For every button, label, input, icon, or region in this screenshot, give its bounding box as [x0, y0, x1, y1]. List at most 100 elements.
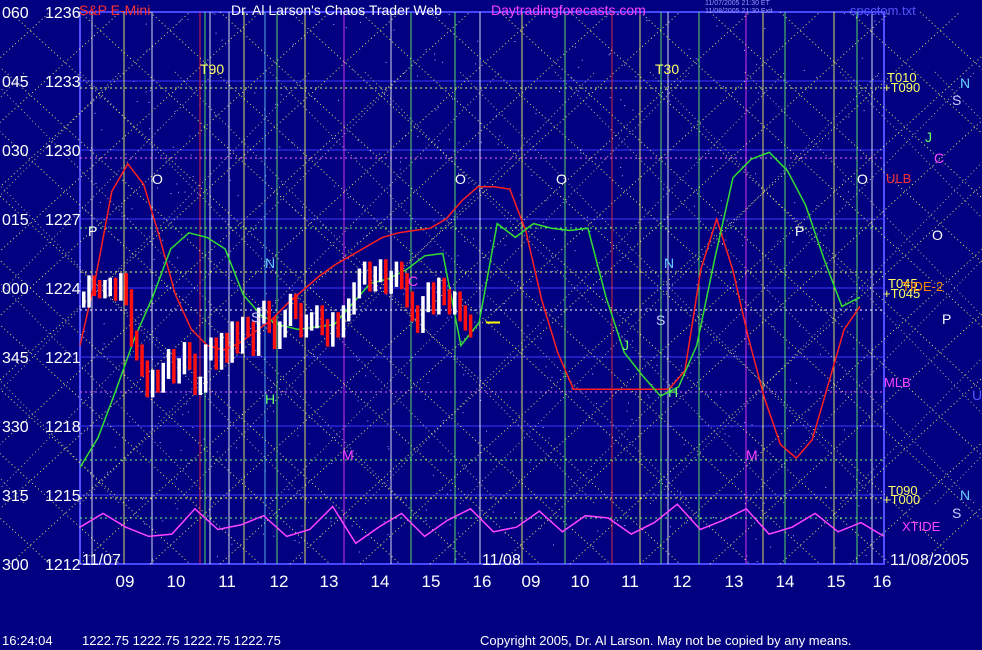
star-dot — [458, 142, 460, 144]
x-tick-label: 10 — [167, 572, 186, 591]
star-dot — [835, 547, 837, 549]
star-dot — [794, 202, 796, 204]
x-tick-label: 11 — [218, 572, 236, 591]
price-bar — [150, 369, 155, 398]
price-bar — [362, 261, 367, 285]
star-dot — [680, 365, 682, 367]
star-dot — [162, 239, 163, 241]
star-dot — [237, 195, 239, 197]
star-dot — [176, 183, 178, 185]
price-bar — [294, 293, 298, 320]
star-dot — [425, 520, 427, 522]
star-dot — [441, 488, 443, 490]
star-dot — [166, 286, 168, 287]
price-bar — [124, 273, 128, 306]
star-dot — [538, 516, 540, 518]
price-bar — [82, 291, 86, 308]
star-dot — [279, 278, 281, 280]
star-dot — [621, 175, 623, 177]
star-dot — [267, 420, 269, 422]
star-dot — [627, 369, 629, 371]
price-bar — [246, 316, 250, 338]
star-dot — [280, 94, 282, 96]
star-dot — [463, 374, 465, 376]
star-dot — [448, 545, 450, 547]
star-dot — [517, 281, 519, 283]
star-dot — [187, 19, 189, 20]
star-dot — [262, 533, 264, 535]
star-dot — [146, 49, 148, 51]
price-bar — [336, 312, 340, 338]
star-dot — [553, 238, 555, 240]
star-dot — [648, 397, 650, 399]
star-dot — [259, 205, 261, 207]
site-link[interactable]: Daytradingforecasts.com — [491, 2, 646, 18]
star-dot — [770, 546, 772, 548]
price-bar — [140, 344, 144, 377]
star-dot — [231, 543, 233, 545]
star-dot — [85, 210, 87, 212]
star-dot — [99, 97, 101, 99]
right-label: MLB — [884, 375, 911, 390]
star-dot — [480, 141, 482, 143]
date-label: 11/08/2005 — [890, 552, 969, 569]
x-tick-label: 15 — [422, 572, 441, 591]
star-dot — [449, 138, 450, 140]
star-dot — [333, 185, 335, 187]
star-dot — [131, 208, 133, 210]
star-dot — [848, 191, 849, 193]
star-dot — [186, 403, 187, 405]
star-dot — [777, 240, 779, 242]
star-dot — [843, 429, 845, 431]
star-dot — [609, 53, 611, 55]
price-bar — [214, 337, 218, 370]
star-dot — [808, 393, 810, 395]
price-bar — [389, 270, 393, 294]
footer-time: 16:24:04 — [2, 633, 53, 648]
star-dot — [359, 22, 361, 24]
y-price-label: 1230 — [45, 143, 81, 160]
star-dot — [758, 92, 759, 94]
star-dot — [180, 20, 181, 22]
star-dot — [215, 32, 217, 34]
star-dot — [592, 546, 594, 547]
star-dot — [816, 76, 818, 78]
price-bar — [182, 342, 187, 375]
star-dot — [535, 113, 537, 115]
star-dot — [292, 43, 294, 45]
star-dot — [861, 57, 863, 59]
star-dot — [486, 430, 488, 432]
cycle-label: N — [664, 255, 674, 271]
star-dot — [773, 326, 775, 328]
star-dot — [187, 462, 189, 464]
star-dot — [393, 29, 395, 31]
cycle-label: O — [857, 171, 868, 187]
star-dot — [574, 46, 576, 48]
star-dot — [793, 535, 794, 537]
right-label: XTIDE — [902, 519, 941, 534]
star-dot — [424, 398, 426, 400]
star-dot — [553, 544, 554, 546]
star-dot — [646, 20, 648, 22]
star-dot — [847, 497, 849, 499]
star-dot — [416, 75, 418, 77]
star-dot — [261, 246, 263, 248]
star-dot — [483, 257, 485, 259]
y-price-label: 1212 — [45, 557, 81, 574]
star-dot — [172, 146, 174, 148]
star-dot — [496, 115, 497, 117]
price-bar — [198, 376, 203, 395]
star-dot — [656, 364, 658, 366]
star-dot — [635, 85, 637, 87]
right-label: TIDE-2 — [902, 279, 943, 294]
star-dot — [609, 97, 611, 99]
star-dot — [497, 143, 499, 145]
star-dot — [273, 410, 274, 412]
star-dot — [570, 224, 572, 226]
cycle-label: T90 — [200, 61, 224, 77]
star-dot — [635, 76, 637, 78]
star-dot — [157, 187, 158, 189]
star-dot — [403, 293, 405, 295]
star-dot — [216, 451, 218, 453]
price-bar — [331, 312, 335, 347]
